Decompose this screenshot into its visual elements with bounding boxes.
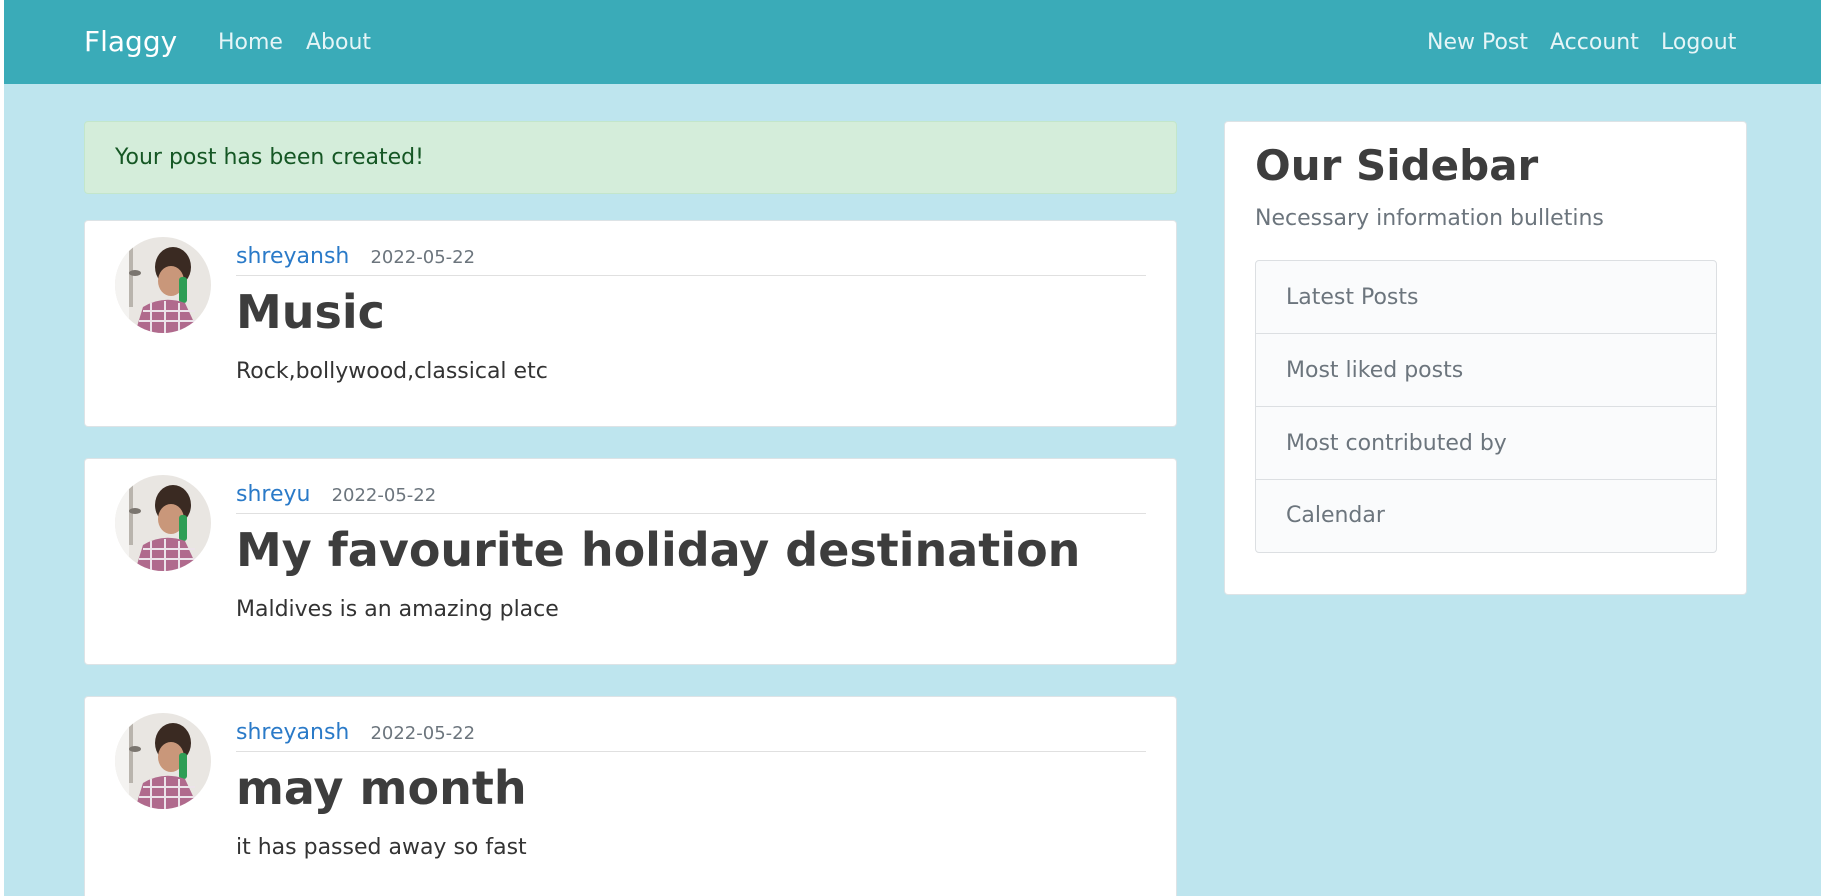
sidebar-item-latest-posts[interactable]: Latest Posts <box>1256 261 1716 334</box>
post-metadata: shreyu 2022-05-22 <box>236 479 1146 514</box>
sidebar-item-most-contributed-by[interactable]: Most contributed by <box>1256 407 1716 480</box>
post-content: Rock,bollywood,classical etc <box>236 359 548 384</box>
nav-new-post[interactable]: New Post <box>1427 28 1528 58</box>
post-content: it has passed away so fast <box>236 835 527 860</box>
post-author-link[interactable]: shreyansh <box>236 720 349 745</box>
avatar-photo <box>115 475 211 571</box>
nav-logout[interactable]: Logout <box>1661 28 1736 58</box>
sidebar: Our Sidebar Necessary information bullet… <box>1224 121 1747 595</box>
post-date: 2022-05-22 <box>370 247 476 268</box>
success-alert: Your post has been created! <box>84 121 1177 194</box>
post-metadata: shreyansh 2022-05-22 <box>236 241 1146 276</box>
sidebar-subtitle: Necessary information bulletins <box>1255 206 1604 231</box>
post-metadata: shreyansh 2022-05-22 <box>236 717 1146 752</box>
post-title-link[interactable]: may month <box>236 759 527 817</box>
post-date: 2022-05-22 <box>331 485 437 506</box>
post-title-link[interactable]: Music <box>236 283 385 341</box>
nav-home[interactable]: Home <box>218 28 283 58</box>
sidebar-list: Latest Posts Most liked posts Most contr… <box>1255 260 1717 553</box>
brand-logo[interactable]: Flaggy <box>84 25 177 59</box>
post-date: 2022-05-22 <box>370 723 476 744</box>
nav-about[interactable]: About <box>306 28 371 58</box>
post-card: shreyansh 2022-05-22 may month it has pa… <box>84 696 1177 896</box>
top-navbar: Flaggy Home About New Post Account Logou… <box>4 0 1821 84</box>
author-avatar[interactable] <box>115 713 211 809</box>
post-card: shreyu 2022-05-22 My favourite holiday d… <box>84 458 1177 665</box>
nav-account[interactable]: Account <box>1550 28 1639 58</box>
post-author-link[interactable]: shreyansh <box>236 244 349 269</box>
page: Flaggy Home About New Post Account Logou… <box>0 0 1821 896</box>
post-author-link[interactable]: shreyu <box>236 482 310 507</box>
sidebar-title: Our Sidebar <box>1255 141 1539 190</box>
author-avatar[interactable] <box>115 475 211 571</box>
post-card: shreyansh 2022-05-22 Music Rock,bollywoo… <box>84 220 1177 427</box>
post-content: Maldives is an amazing place <box>236 597 559 622</box>
post-title-link[interactable]: My favourite holiday destination <box>236 521 1080 579</box>
sidebar-item-most-liked-posts[interactable]: Most liked posts <box>1256 334 1716 407</box>
avatar-photo <box>115 237 211 333</box>
avatar-photo <box>115 713 211 809</box>
author-avatar[interactable] <box>115 237 211 333</box>
sidebar-item-calendar[interactable]: Calendar <box>1256 480 1716 552</box>
window-edge <box>0 0 4 896</box>
